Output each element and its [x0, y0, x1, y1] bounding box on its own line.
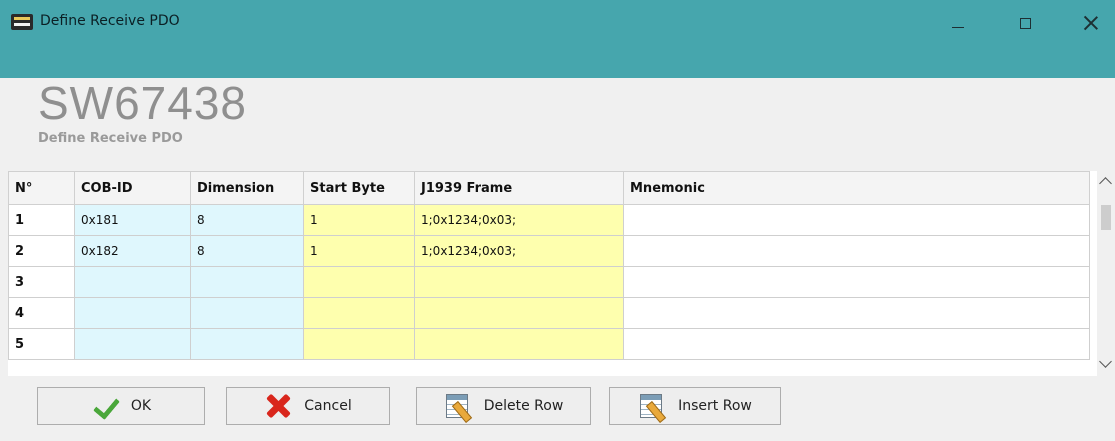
- mnemonic-cell[interactable]: [623, 204, 1090, 236]
- column-header-j1939-frame[interactable]: J1939 Frame: [414, 171, 624, 205]
- j1939-frame-cell[interactable]: 1;0x1234;0x03;: [414, 204, 624, 236]
- pdo-table: N° COB-ID Dimension Start Byte J1939 Fra…: [8, 171, 1090, 360]
- insert-row-label: Insert Row: [678, 398, 752, 414]
- table-row: 4: [8, 297, 1090, 329]
- j1939-frame-cell[interactable]: [414, 328, 624, 360]
- start-byte-cell[interactable]: [303, 266, 415, 298]
- maximize-icon: [1019, 17, 1031, 29]
- cob-id-cell[interactable]: 0x181: [74, 204, 191, 236]
- window-title: Define Receive PDO: [40, 13, 180, 29]
- column-header-n[interactable]: N°: [8, 171, 75, 205]
- column-header-cob-id[interactable]: COB-ID: [74, 171, 191, 205]
- table-row: 1 0x181 8 1 1;0x1234;0x03;: [8, 204, 1090, 236]
- column-header-mnemonic[interactable]: Mnemonic: [623, 171, 1090, 205]
- mnemonic-cell[interactable]: [623, 235, 1090, 267]
- mnemonic-cell[interactable]: [623, 297, 1090, 329]
- start-byte-cell[interactable]: 1: [303, 235, 415, 267]
- column-header-start-byte[interactable]: Start Byte: [303, 171, 415, 205]
- maximize-button[interactable]: [1012, 12, 1038, 34]
- insert-row-button[interactable]: Insert Row: [609, 387, 781, 425]
- cancel-icon: [264, 393, 294, 419]
- cob-id-cell[interactable]: [74, 297, 191, 329]
- cob-id-cell[interactable]: 0x182: [74, 235, 191, 267]
- minimize-button[interactable]: [945, 12, 971, 34]
- ok-button[interactable]: OK: [37, 387, 205, 425]
- start-byte-cell[interactable]: 1: [303, 204, 415, 236]
- scroll-down-icon[interactable]: [1099, 355, 1112, 368]
- j1939-frame-cell[interactable]: [414, 297, 624, 329]
- table-header-row: N° COB-ID Dimension Start Byte J1939 Fra…: [8, 171, 1090, 205]
- table-row: 3: [8, 266, 1090, 298]
- table-row: 5: [8, 328, 1090, 360]
- row-number[interactable]: 2: [8, 235, 75, 267]
- table-edit-icon: [444, 393, 474, 419]
- title-bar: Define Receive PDO: [0, 0, 1115, 78]
- close-icon: [1084, 16, 1098, 30]
- check-icon: [91, 393, 121, 419]
- dimension-cell[interactable]: 8: [190, 204, 304, 236]
- minimize-icon: [952, 26, 964, 28]
- cancel-label: Cancel: [304, 398, 352, 414]
- start-byte-cell[interactable]: [303, 297, 415, 329]
- cob-id-cell[interactable]: [74, 328, 191, 360]
- start-byte-cell[interactable]: [303, 328, 415, 360]
- dimension-cell[interactable]: [190, 328, 304, 360]
- dimension-cell[interactable]: [190, 297, 304, 329]
- mnemonic-cell[interactable]: [623, 328, 1090, 360]
- delete-row-label: Delete Row: [483, 398, 564, 414]
- pdo-grid: N° COB-ID Dimension Start Byte J1939 Fra…: [8, 171, 1115, 376]
- scroll-up-icon[interactable]: [1099, 177, 1112, 190]
- page-subtitle: Define Receive PDO: [38, 131, 183, 146]
- row-number[interactable]: 1: [8, 204, 75, 236]
- table-row: 2 0x182 8 1 1;0x1234;0x03;: [8, 235, 1090, 267]
- row-number[interactable]: 4: [8, 297, 75, 329]
- ok-label: OK: [130, 398, 152, 414]
- app-icon: [11, 14, 33, 30]
- delete-row-button[interactable]: Delete Row: [416, 387, 591, 425]
- product-code: SW67438: [38, 77, 248, 129]
- cob-id-cell[interactable]: [74, 266, 191, 298]
- scroll-thumb[interactable]: [1101, 205, 1111, 230]
- row-number[interactable]: 5: [8, 328, 75, 360]
- j1939-frame-cell[interactable]: [414, 266, 624, 298]
- cancel-button[interactable]: Cancel: [226, 387, 390, 425]
- column-header-dimension[interactable]: Dimension: [190, 171, 304, 205]
- close-button[interactable]: [1078, 12, 1104, 34]
- vertical-scrollbar[interactable]: [1097, 171, 1115, 376]
- table-edit-icon: [638, 393, 668, 419]
- dimension-cell[interactable]: [190, 266, 304, 298]
- row-number[interactable]: 3: [8, 266, 75, 298]
- dimension-cell[interactable]: 8: [190, 235, 304, 267]
- j1939-frame-cell[interactable]: 1;0x1234;0x03;: [414, 235, 624, 267]
- mnemonic-cell[interactable]: [623, 266, 1090, 298]
